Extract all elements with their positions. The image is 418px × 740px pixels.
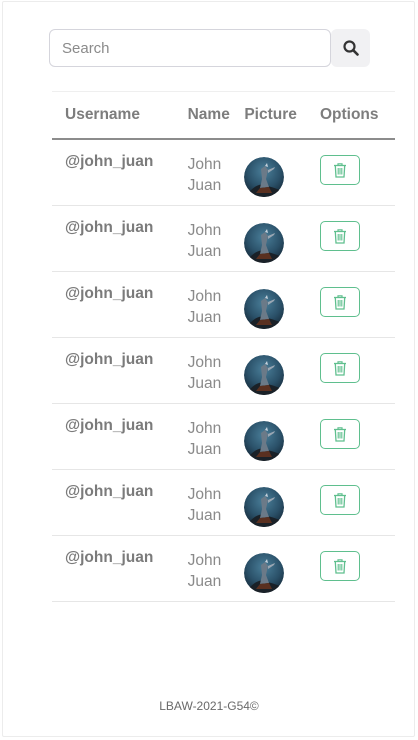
name-cell: John Juan [177,403,243,470]
last-name: Juan [187,242,222,260]
first-name: John [187,551,222,569]
table-row: @john_juan John Juan [52,337,395,404]
delete-button[interactable] [319,286,360,317]
username[interactable]: @john_juan [65,219,153,236]
last-name: Juan [187,506,222,524]
footer-copyright: LBAW-2021-G54© [159,699,259,713]
username[interactable]: @john_juan [65,417,153,434]
table-row: @john_juan John Juan [52,403,395,470]
first-name: John [187,419,222,437]
username-cell: @john_juan [52,205,178,272]
avatar [244,288,285,329]
username-cell: @john_juan [52,403,178,470]
header-options: Options [309,91,395,140]
first-name: John [187,485,222,503]
first-name: John [187,221,222,239]
delete-button[interactable] [319,155,360,185]
header-name: Name [177,91,243,140]
trash-icon [333,426,346,442]
avatar [244,222,285,263]
trash-icon [333,492,346,508]
delete-button[interactable] [319,220,360,251]
users-table: Username Name Picture Options @john_juan… [52,91,395,602]
avatar [244,157,285,197]
delete-button[interactable] [319,352,360,383]
trash-icon [333,558,346,574]
username[interactable]: @john_juan [65,483,153,500]
username-cell: @john_juan [52,535,178,602]
last-name: Juan [187,374,222,392]
table-row: @john_juan John Juan [52,535,395,602]
picture-cell [242,205,310,272]
name-cell: John Juan [177,205,243,272]
name-cell: John Juan [177,469,243,536]
table-row: @john_juan John Juan [52,205,395,272]
avatar [244,486,285,527]
avatar [244,552,285,593]
header-picture: Picture [242,91,310,140]
trash-icon [333,360,346,376]
table-row: @john_juan John Juan [52,139,395,206]
avatar [244,354,285,395]
username[interactable]: @john_juan [65,153,153,170]
options-cell [309,535,395,602]
delete-button[interactable] [319,484,360,515]
options-cell [309,205,395,272]
picture-cell [242,469,310,536]
trash-icon [333,228,346,244]
name-cell: John Juan [177,337,243,404]
last-name: Juan [187,572,222,590]
trash-icon [333,163,346,178]
picture-cell [242,271,310,338]
delete-button[interactable] [319,550,360,581]
options-cell [309,337,395,404]
username-cell: @john_juan [52,337,178,404]
search-button[interactable] [331,29,370,67]
username[interactable]: @john_juan [65,351,153,368]
table-header-row: Username Name Picture Options [52,91,395,140]
username-cell: @john_juan [52,139,178,206]
last-name: Juan [187,308,222,326]
first-name: John [187,156,222,173]
first-name: John [187,287,222,305]
name-cell: John Juan [177,271,243,338]
options-cell [309,403,395,470]
picture-cell [242,535,310,602]
avatar [244,420,285,461]
username[interactable]: @john_juan [65,549,153,566]
picture-cell [242,337,310,404]
picture-cell [242,139,310,206]
search-icon [342,40,359,56]
name-cell: John Juan [177,535,243,602]
username-cell: @john_juan [52,271,178,338]
delete-button[interactable] [319,418,360,449]
last-name: Juan [187,440,222,458]
first-name: John [187,353,222,371]
table-row: @john_juan John Juan [52,271,395,338]
name-cell: John Juan [177,139,243,206]
table-row: @john_juan John Juan [52,469,395,536]
header-username: Username [52,91,178,140]
username[interactable]: @john_juan [65,285,153,302]
trash-icon [333,294,346,310]
options-cell [309,139,395,206]
search-bar [49,29,370,67]
search-input[interactable] [49,29,331,67]
options-cell [309,469,395,536]
username-cell: @john_juan [52,469,178,536]
options-cell [309,271,395,338]
picture-cell [242,403,310,470]
last-name: Juan [187,177,222,194]
